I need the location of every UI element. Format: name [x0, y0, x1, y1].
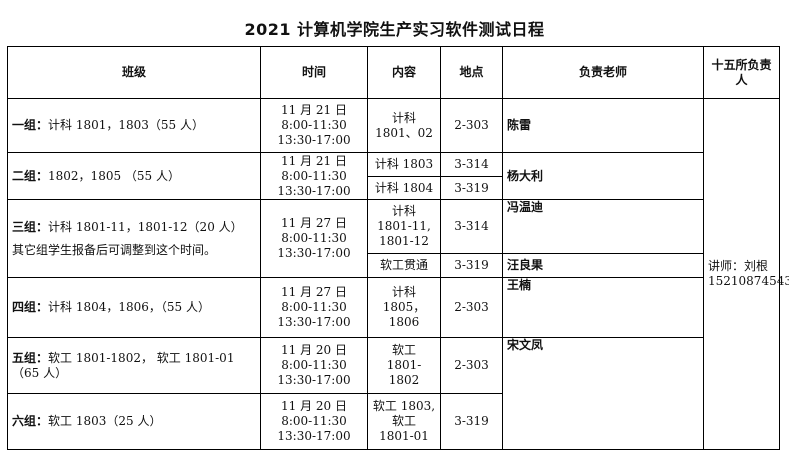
header-content: 内容 — [367, 46, 441, 99]
group-text: 计科 1804，1806，（55 人） — [48, 300, 210, 314]
leader-cell: 讲师：刘根 15210874543 — [703, 98, 789, 450]
header-row: 班级 时间 内容 地点 负责老师 十五所负责人 — [7, 46, 780, 99]
group-text: 计科 1801-11，1801-12（20 人） — [48, 219, 243, 234]
content-cell: 软工 1801-1802 — [367, 337, 441, 394]
table-row: 四组：计科 1804，1806，（55 人） 11 月 27 日 8:00-11… — [7, 277, 780, 338]
location-cell: 2-303 — [440, 98, 503, 153]
group-cell: 六组：软工 1803（25 人） — [7, 393, 261, 450]
content-cell: 软工贯通 — [367, 253, 441, 278]
leader-title: 讲师：刘根 — [708, 259, 769, 273]
location-cell: 3-319 — [440, 393, 503, 450]
time-cell: 11 月 20 日 8:00-11:30 13:30-17:00 — [260, 393, 368, 450]
group-label: 三组： — [12, 219, 49, 234]
group-cell: 三组：计科 1801-11，1801-12（20 人） 其它组学生报备后可调整到… — [7, 199, 261, 278]
content-cell: 计科 1801、02 — [367, 98, 441, 153]
teacher-cell: 汪良果 — [502, 253, 704, 278]
location-cell: 3-319 — [440, 176, 503, 200]
group-label: 五组： — [12, 350, 49, 365]
header-location: 地点 — [440, 46, 503, 99]
page-title: 2021 计算机学院生产实习软件测试日程 — [244, 20, 545, 39]
time-cell: 11 月 20 日 8:00-11:30 13:30-17:00 — [260, 337, 368, 394]
group-label: 一组： — [12, 118, 49, 132]
table-row: 五组：软工 1801-1802， 软工 1801-01（65 人） 11 月 2… — [7, 337, 780, 450]
table-row: 一组：计科 1801，1803（55 人） 11 月 21 日 8:00-11:… — [7, 98, 789, 450]
location-cell: 3-319 — [440, 253, 503, 278]
time-cell: 11 月 27 日 8:00-11:30 13:30-17:00 — [260, 199, 368, 278]
group-label: 六组： — [12, 414, 49, 428]
teacher-cell: 王楠 — [502, 277, 704, 338]
group-label: 二组： — [12, 168, 49, 183]
content-cell: 计科 1801-11, 1801-12 — [367, 199, 441, 254]
time-cell: 11 月 21 日 8:00-11:30 13:30-17:00 — [260, 98, 368, 153]
content-cell: 计科 1803 — [367, 152, 441, 177]
location-cell: 2-303 — [440, 337, 503, 394]
content-cell: 软工 1803, 软工 1801-01 — [367, 393, 441, 450]
time-cell: 11 月 27 日 8:00-11:30 13:30-17:00 — [260, 277, 368, 338]
teacher-cell: 陈雷 — [502, 98, 704, 153]
time-cell: 11 月 21 日 8:00-11:30 13:30-17:00 — [260, 152, 368, 200]
group-cell: 二组：1802，1805 （55 人） — [7, 152, 261, 200]
teacher-cell: 冯温迪 — [502, 199, 704, 254]
group-text: 1802，1805 （55 人） — [48, 168, 180, 183]
location-cell: 2-303 — [440, 277, 503, 338]
schedule-table: 班级 时间 内容 地点 负责老师 十五所负责人 一组：计科 1801，1803（… — [7, 46, 789, 450]
leader-phone: 15210874543 — [708, 274, 789, 288]
header-teacher: 负责老师 — [502, 46, 704, 99]
table-row: 三组：计科 1801-11，1801-12（20 人） 其它组学生报备后可调整到… — [7, 199, 780, 278]
teacher-cell: 杨大利 — [502, 152, 704, 200]
group-text: 计科 1801，1803（55 人） — [48, 118, 204, 132]
group-text: 软工 1803（25 人） — [48, 414, 162, 428]
content-cell: 计科 1804 — [367, 176, 441, 200]
group-label: 四组： — [12, 300, 49, 314]
header-time: 时间 — [260, 46, 368, 99]
content-cell: 计科 1805，1806 — [367, 277, 441, 338]
table-row: 二组：1802，1805 （55 人） 11 月 21 日 8:00-11:30… — [7, 152, 780, 200]
group-cell: 五组：软工 1801-1802， 软工 1801-01（65 人） — [7, 337, 261, 394]
header-leader: 十五所负责人 — [703, 46, 780, 99]
group-note: 其它组学生报备后可调整到这个时间。 — [12, 242, 217, 257]
header-class: 班级 — [7, 46, 261, 99]
group-cell: 四组：计科 1804，1806，（55 人） — [7, 277, 261, 338]
teacher-cell: 宋文凤 — [502, 337, 704, 450]
location-cell: 3-314 — [440, 152, 503, 177]
location-cell: 3-314 — [440, 199, 503, 254]
group-cell: 一组：计科 1801，1803（55 人） — [7, 98, 261, 153]
